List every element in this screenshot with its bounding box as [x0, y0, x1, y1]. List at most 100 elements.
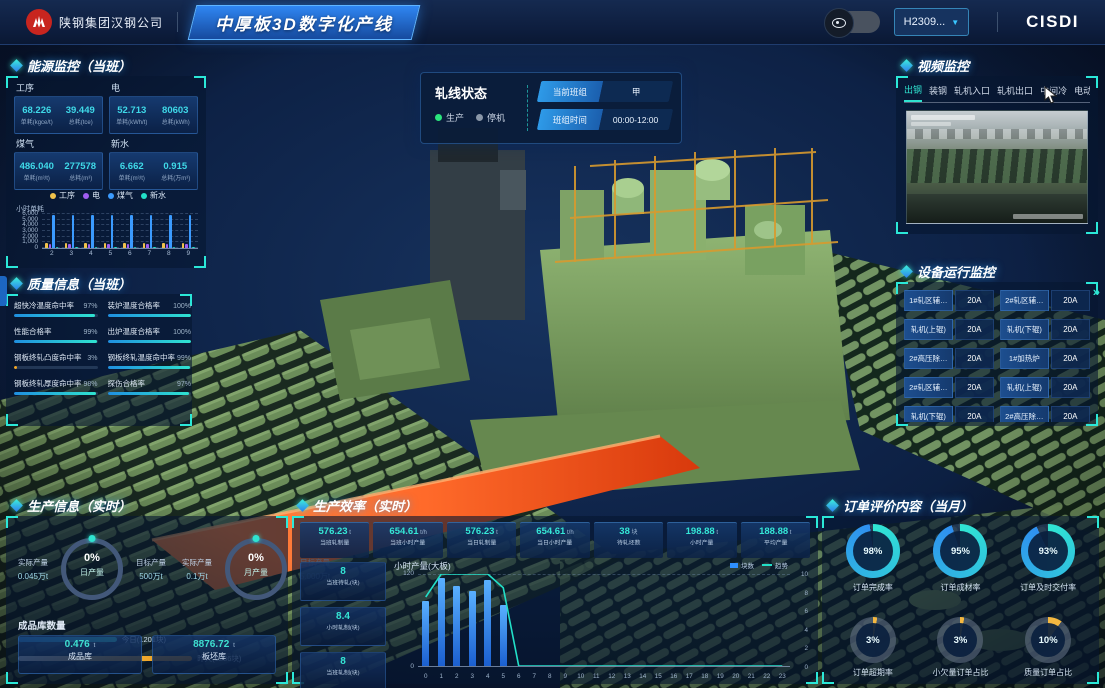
quality-item: 钢板终轧温度命中率99%	[108, 352, 192, 369]
efficiency-stat: 654.61 t/h当日小时产量	[520, 522, 589, 558]
status-dot	[476, 114, 483, 121]
chevron-down-icon: ▼	[951, 18, 959, 27]
right-tick: 0	[804, 664, 808, 671]
quality-bar	[108, 366, 191, 369]
quality-bar	[108, 392, 189, 395]
quality-bar	[14, 314, 95, 317]
right-tick: 2	[804, 645, 808, 652]
x-tick: 3	[465, 673, 481, 680]
gauge-side-value: 500万t	[128, 571, 174, 582]
quality-bar	[14, 392, 96, 395]
quality-label: 钢板终轧厚度命中率	[14, 378, 82, 389]
quality-bar	[14, 340, 97, 343]
x-tick: 0	[418, 673, 434, 680]
x-tick: 7	[527, 673, 543, 680]
feed-osd	[1013, 214, 1083, 219]
bar-group	[120, 214, 140, 248]
mouse-cursor	[1044, 86, 1060, 104]
chevron-right-icon[interactable]: »	[1093, 284, 1100, 299]
badge-label: 班组时间	[553, 114, 587, 126]
equipment-label: 1#轧区辅…	[904, 290, 953, 311]
video-tab[interactable]: 装钢	[929, 82, 947, 102]
quality-label: 超快冷温度命中率	[14, 300, 74, 311]
energy-unit-label: 单耗(kgce/t)	[17, 116, 57, 125]
frame-corner	[180, 414, 192, 426]
equipment-label: 1#加热炉	[1000, 348, 1049, 369]
equipment-value: 20A	[955, 319, 994, 340]
panel-title: 订单评价内容（当月）	[828, 496, 973, 515]
legend-dot	[50, 193, 56, 199]
bar	[192, 247, 195, 248]
visibility-toggle[interactable]	[826, 11, 880, 33]
bar-group	[62, 214, 82, 248]
equipment-cell: 2#轧区辅…20A	[1000, 290, 1090, 311]
stat-value: 8.4	[301, 611, 385, 622]
bar-group	[42, 214, 62, 248]
donut-chart: 3%	[850, 617, 896, 663]
header-divider	[997, 12, 998, 32]
chart-legend: 块数趋势	[730, 560, 788, 570]
panel-title-text: 质量信息（当班）	[27, 274, 131, 293]
hourly-output-chart: 小时产量(大板) 块数趋势 120 0 01234567891011121314…	[392, 560, 810, 680]
gauge-side-value: 0.045万t	[10, 571, 56, 582]
gauge-side-label: 实际产量	[174, 557, 220, 568]
x-tick: 21	[744, 673, 760, 680]
stock-card: 0.476 t成品库	[18, 635, 142, 674]
right-tick: 8	[804, 590, 808, 597]
panel-title: 能源监控（当班）	[12, 56, 131, 75]
x-tick: 17	[682, 673, 698, 680]
x-tick: 8	[159, 250, 179, 257]
x-tick: 2	[42, 250, 62, 257]
video-tab[interactable]: 电动热	[1074, 82, 1090, 102]
legend-label: 工序	[59, 190, 75, 201]
bar	[134, 247, 137, 248]
stock-title: 成品库数量	[18, 618, 66, 632]
energy-group-name: 新水	[111, 137, 198, 150]
equipment-value: 20A	[1051, 348, 1090, 369]
plate-id-dropdown[interactable]: H2309... ▼	[894, 8, 970, 36]
bar	[182, 243, 185, 248]
quality-item: 钢板终轧厚度命中率98%	[14, 378, 98, 395]
panel-title-text: 视频监控	[917, 56, 969, 75]
stat-value: 576.23 t	[447, 526, 516, 537]
panel-title-text: 生产效率（实时）	[313, 496, 417, 515]
video-tab[interactable]: 轧机出口	[997, 82, 1033, 102]
order-gauges: 98%订单完成率95%订单成材率93%订单及时交付率3%订单超期率3%小欠量订单…	[832, 524, 1089, 678]
panel-title: 设备运行监控	[902, 262, 995, 281]
x-tick: 5	[496, 673, 512, 680]
quality-item: 出炉温度合格率100%	[108, 326, 192, 343]
equipment-value: 20A	[1051, 290, 1090, 311]
panel-line-status: 轧线状态 生产停机 当前班组甲班组时间00:00-12:00	[420, 72, 682, 144]
video-tab[interactable]: 轧机入口	[954, 82, 990, 102]
stock-card-value: 8876.72 t	[153, 639, 275, 650]
frame-corner	[6, 672, 18, 684]
stat-label: 待轧坯数	[597, 538, 659, 547]
donut-chart: 10%	[1025, 617, 1071, 663]
equipment-cell: 1#加热炉20A	[1000, 348, 1090, 369]
bar	[56, 247, 59, 248]
feed-machines	[907, 149, 1087, 183]
stat-label: 当班待轧(块)	[305, 578, 381, 587]
video-tab[interactable]: 出钢	[904, 82, 922, 102]
energy-card: 486.040单耗(m³/t)277578总耗(m³)	[14, 152, 103, 190]
panel-title-text: 生产信息（实时）	[27, 496, 131, 515]
energy-value: 6.662	[110, 161, 154, 172]
equipment-value: 20A	[1051, 377, 1090, 398]
camera-feed[interactable]	[906, 110, 1088, 224]
line-status-title: 轧线状态	[435, 83, 487, 102]
bar	[114, 247, 117, 248]
legend-item: 块数	[730, 560, 754, 570]
right-tick: 6	[804, 608, 808, 615]
energy-unit-label: 总耗(m³)	[60, 172, 100, 181]
stat-value: 654.61 t/h	[520, 526, 589, 537]
left-edge-tab[interactable]	[0, 276, 7, 306]
quality-label: 钢板终轧凸度命中率	[14, 352, 82, 363]
donut-percent: 95%	[933, 524, 987, 578]
stock-card-label: 板坯库	[153, 651, 275, 662]
diamond-icon	[10, 277, 23, 290]
bar-group	[101, 214, 121, 248]
equipment-cell: 2#轧区辅…20A	[904, 377, 994, 398]
bar	[72, 215, 75, 248]
stat-value: 38 块	[594, 526, 663, 537]
legend-label: 煤气	[117, 190, 133, 201]
